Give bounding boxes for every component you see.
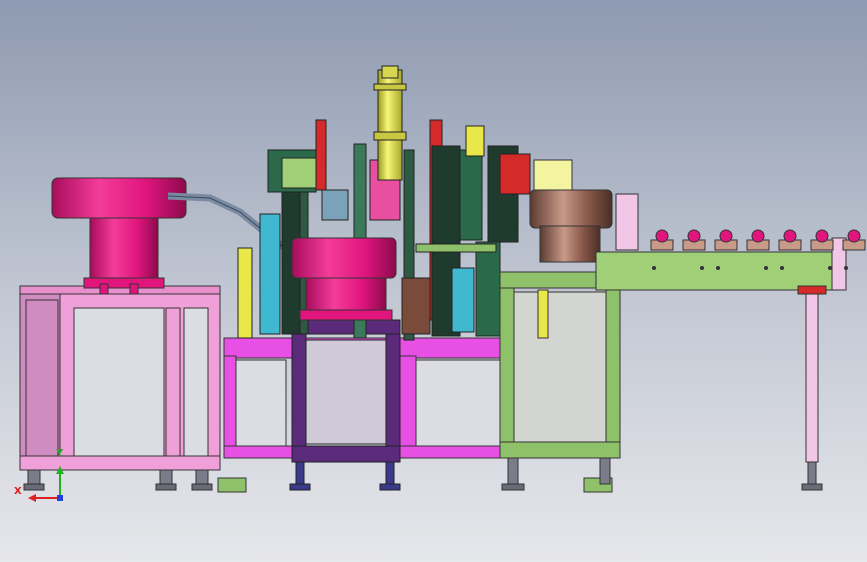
assembly-machine-drawing: [19, 65, 866, 502]
output-conveyor: [595, 237, 847, 463]
center-vibratory-hopper: [291, 237, 397, 321]
right-frame: [499, 271, 621, 459]
purple-frame: [291, 319, 401, 463]
left-frame: [19, 285, 221, 471]
cad-viewport[interactable]: X Y: [0, 0, 867, 562]
y-axis-label: Y: [56, 448, 64, 459]
right-vibratory-hopper: [529, 159, 639, 263]
left-vibratory-hopper: [51, 177, 187, 295]
z-axis-marker: [57, 495, 63, 501]
x-axis-label: X: [14, 486, 22, 497]
